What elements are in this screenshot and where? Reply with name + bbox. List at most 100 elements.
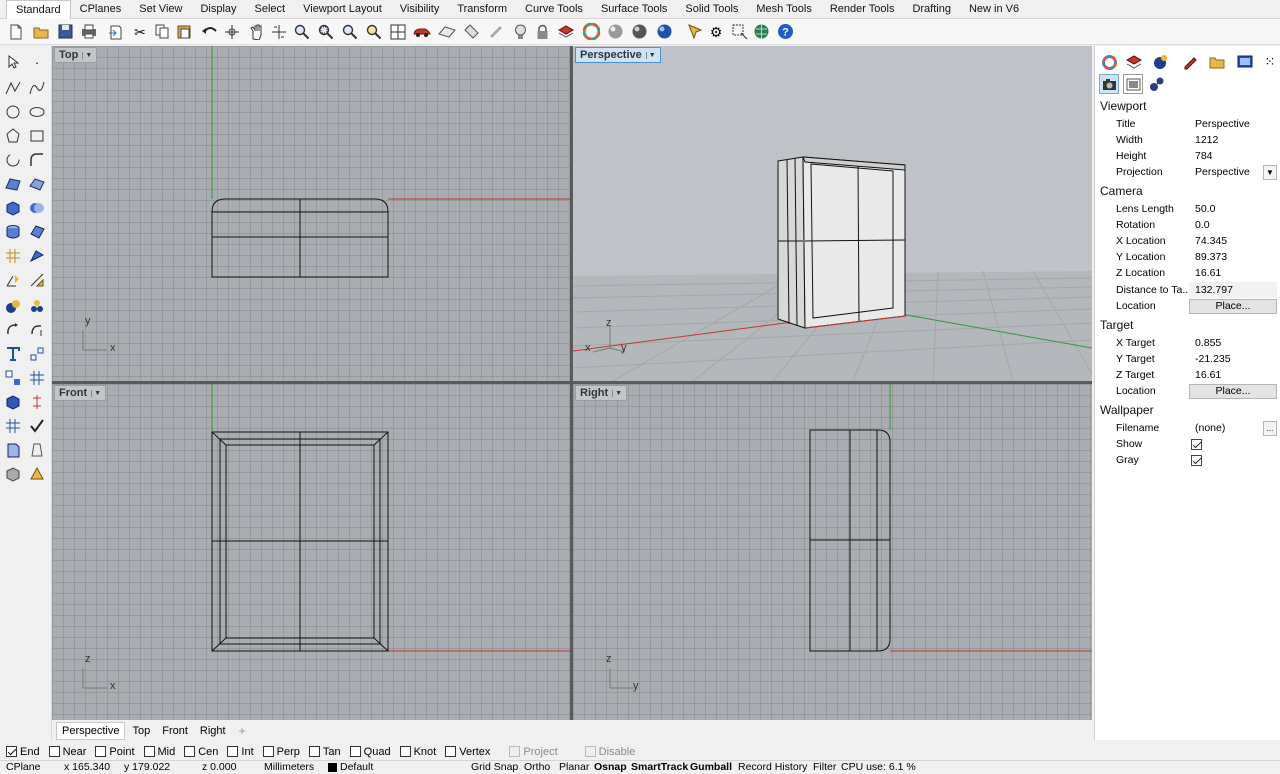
lens-length-field[interactable]: 50.0 — [1189, 201, 1277, 217]
ribbon-tab[interactable]: Viewport Layout — [294, 0, 391, 19]
zoom-selected-icon[interactable] — [364, 22, 384, 41]
mesh-edit-icon[interactable] — [27, 246, 47, 266]
osnap-vertex[interactable]: Vertex — [445, 746, 490, 758]
pan-select-icon[interactable] — [222, 22, 242, 41]
ribbon-tab[interactable]: Drafting — [903, 0, 960, 19]
gumball-toggle[interactable]: Gumball — [690, 761, 732, 774]
arc-icon[interactable] — [3, 150, 23, 170]
cplane-indicator[interactable]: CPlane — [6, 761, 40, 774]
ortho-toggle[interactable]: Ortho — [524, 761, 550, 774]
osnap-knot[interactable]: Knot — [399, 746, 436, 758]
group-icon[interactable] — [27, 296, 47, 316]
rotation-field[interactable]: 0.0 — [1189, 217, 1277, 233]
save-icon[interactable] — [55, 22, 75, 41]
cylinder-icon[interactable] — [3, 222, 23, 242]
ribbon-tab[interactable]: Display — [191, 0, 245, 19]
viewport-title-perspective[interactable]: Perspective ▼ — [575, 47, 661, 63]
osnap-checkbox[interactable] — [262, 746, 274, 757]
ribbon-tab[interactable]: Render Tools — [821, 0, 904, 19]
light-bulb-icon[interactable] — [510, 22, 530, 41]
cplane-icon[interactable] — [437, 22, 457, 41]
import-icon[interactable] — [105, 22, 125, 41]
zoom-icon[interactable] — [292, 22, 312, 41]
z-location-field[interactable]: 16.61 — [1189, 265, 1277, 281]
ribbon-tab[interactable]: New in V6 — [960, 0, 1028, 19]
polygon-icon[interactable] — [3, 126, 23, 146]
undo-icon[interactable] — [199, 22, 219, 41]
browse-button[interactable]: ... — [1263, 420, 1277, 436]
x-location-field[interactable]: 74.345 — [1189, 233, 1277, 249]
viewport-tab[interactable]: Right — [195, 723, 231, 739]
array-icon[interactable] — [3, 368, 23, 388]
osnap-checkbox[interactable] — [48, 746, 60, 757]
print-icon[interactable] — [79, 22, 99, 41]
osnap-quad[interactable]: Quad — [349, 746, 391, 758]
ribbon-tab[interactable]: Select — [246, 0, 295, 19]
osnap-end[interactable]: End — [6, 746, 40, 758]
ribbon-tab[interactable]: Standard — [6, 0, 71, 19]
ribbon-tab[interactable]: Surface Tools — [592, 0, 676, 19]
viewport-tab[interactable]: Front — [157, 723, 193, 739]
transform-icon[interactable] — [3, 270, 23, 290]
boolean-icon[interactable] — [27, 198, 47, 218]
grid-icon[interactable] — [27, 368, 47, 388]
curve-icon[interactable] — [27, 78, 47, 98]
globe-icon[interactable] — [751, 22, 771, 41]
color-wheel-icon[interactable] — [1099, 52, 1119, 72]
rotate-3d-icon[interactable] — [27, 320, 47, 340]
osnap-perp[interactable]: Perp — [262, 746, 300, 758]
width-field[interactable]: 1212 — [1189, 132, 1277, 148]
ribbon-tab[interactable]: Set View — [130, 0, 191, 19]
lock-icon[interactable] — [532, 22, 552, 41]
osnap-cen[interactable]: Cen — [184, 746, 218, 758]
projection-select[interactable]: Perspective — [1189, 164, 1263, 180]
color-wheel-icon[interactable] — [581, 22, 601, 41]
osnap-checkbox[interactable] — [584, 746, 596, 757]
viewport-title-top[interactable]: Top ▼ — [54, 47, 98, 63]
surface-icon[interactable] — [3, 174, 23, 194]
osnap-checkbox[interactable] — [445, 746, 457, 757]
layer-icon[interactable] — [556, 22, 576, 41]
ribbon-tab[interactable]: Mesh Tools — [747, 0, 820, 19]
ribbon-tab[interactable]: Solid Tools — [676, 0, 747, 19]
snap-icon[interactable] — [27, 344, 47, 364]
help-icon[interactable]: ? — [775, 22, 795, 41]
osnap-near[interactable]: Near — [48, 746, 86, 758]
ribbon-tab[interactable]: Curve Tools — [516, 0, 592, 19]
viewport-tab[interactable]: Perspective — [56, 722, 126, 740]
x-target-field[interactable]: 0.855 — [1189, 335, 1277, 351]
osnap-checkbox[interactable] — [143, 746, 155, 757]
extrude-icon[interactable] — [27, 222, 47, 242]
add-viewport-tab-icon[interactable]: + — [239, 724, 246, 738]
osnap-mid[interactable]: Mid — [143, 746, 175, 758]
select-icon[interactable] — [729, 22, 749, 41]
ellipse-icon[interactable] — [27, 102, 47, 122]
cut-icon[interactable]: ✂ — [130, 22, 150, 41]
viewport-front[interactable]: x z Front ▼ — [52, 384, 570, 720]
layer-off-icon[interactable] — [486, 22, 506, 41]
text-icon[interactable] — [3, 344, 23, 364]
copy-icon[interactable] — [152, 22, 172, 41]
pan-icon[interactable] — [246, 22, 266, 41]
osnap-checkbox[interactable] — [308, 746, 320, 757]
check-icon[interactable] — [27, 416, 47, 436]
show-checkbox[interactable] — [1191, 438, 1202, 450]
rectangle-icon[interactable] — [27, 126, 47, 146]
materials-icon[interactable] — [1150, 52, 1170, 72]
layer-indicator[interactable]: Default — [340, 761, 373, 774]
filename-field[interactable]: (none) — [1189, 420, 1263, 436]
ribbon-tab[interactable]: Visibility — [391, 0, 449, 19]
render-sphere-icon[interactable] — [629, 22, 649, 41]
circle-icon[interactable] — [3, 102, 23, 122]
sphere-group-icon[interactable] — [3, 296, 23, 316]
gray-checkbox[interactable] — [1191, 454, 1202, 466]
osnap-checkbox[interactable] — [227, 746, 239, 757]
settings-icon[interactable]: ⁙ — [1260, 52, 1280, 72]
folder-icon[interactable] — [1207, 52, 1227, 72]
osnap-toggle[interactable]: Osnap — [594, 761, 627, 774]
zoom-extents-icon[interactable] — [340, 22, 360, 41]
viewport-perspective[interactable]: x y z Perspective ▼ — [573, 46, 1092, 381]
record-history-toggle[interactable]: Record History — [738, 761, 807, 774]
fillet-icon[interactable] — [27, 150, 47, 170]
target-place-button[interactable]: Place... — [1189, 383, 1277, 399]
